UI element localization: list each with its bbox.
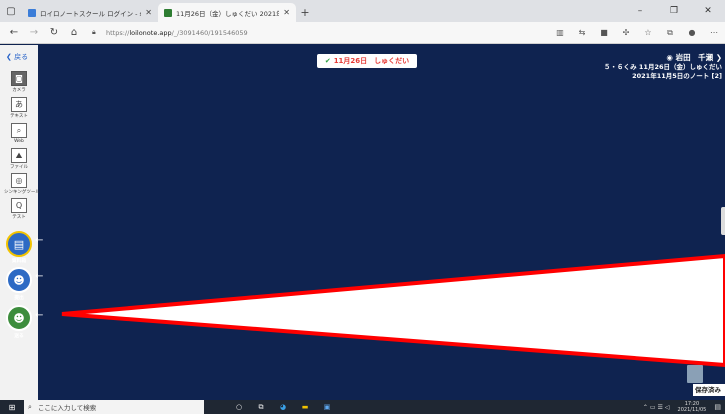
tab-title: ロイロノートスクール ログイン - search (40, 9, 141, 18)
check-icon: ✔ (324, 57, 331, 65)
cortana-icon[interactable]: ○ (228, 403, 250, 411)
inbox-icon: ▤ (13, 237, 25, 251)
tool-label: Web (14, 139, 24, 144)
left-arrow-icon: ← (35, 310, 44, 321)
tab-title: 11月26日（金）しゅくだい 2021年 (176, 9, 280, 18)
note-title: ５・６くみ 11月26日（金）しゅくだい (603, 63, 722, 71)
left-arrow-icon: ← (35, 271, 44, 282)
submit-label: 提出 (14, 296, 24, 301)
note-subtitle: 2021年11月5日のノート [2] (632, 72, 722, 80)
drawn-arrow-shape[interactable] (0, 45, 725, 400)
thinking-tool-icon: ◎ (11, 173, 27, 188)
user-info: ◉ 岩田 千瀬 ❯ ５・６くみ 11月26日（金）しゅくだい 2021年11月5… (604, 53, 722, 81)
submit-button[interactable]: ☻ (6, 267, 32, 293)
tool-label: ファイル (10, 165, 28, 170)
file-icon: ⛰ (11, 148, 27, 163)
task-view-icon[interactable]: ⧉ (250, 403, 272, 412)
tool-label: テスト (12, 215, 26, 220)
materials-label: 資料箱 (11, 259, 27, 264)
send-label: 送る (14, 334, 24, 339)
materials-box-button[interactable]: ▤ (6, 231, 32, 257)
test-icon: Q (11, 198, 27, 213)
address-bar: ← → ↻ ⌂ 🔒︎ https://loilonote.app/_/30914… (0, 22, 725, 44)
close-tab-icon[interactable]: ✕ (145, 8, 152, 17)
chevron-down-icon: ❯ (715, 53, 722, 62)
puzzle-icon[interactable]: ✣ (615, 28, 637, 37)
extension-icon[interactable]: ■ (593, 28, 615, 37)
camera-tool[interactable]: ◙ カメラ (4, 71, 34, 93)
clock-date: 2021/11/05 (677, 407, 707, 413)
back-label: 戻る (14, 53, 29, 61)
edge-icon[interactable]: ◕ (272, 403, 294, 411)
windows-taskbar: ⊞ ⌕ ここに入力して検索 ○ ⧉ ◕ ▬ ▣ ⌃▭☰◁ 17:20 2021/… (0, 400, 725, 414)
home-icon[interactable]: ⌂ (64, 27, 84, 38)
translate-icon[interactable]: ⇆ (571, 28, 593, 37)
favorites-icon[interactable]: ☆ (637, 28, 659, 37)
url-host: loilonote.app (129, 28, 172, 37)
url-field[interactable]: 🔒︎ https://loilonote.app/_/3091460/19154… (92, 25, 432, 41)
url-path: /_/3091460/191546059 (171, 28, 248, 37)
browser-tab-strip: ▢ ロイロノートスクール ログイン - search ✕ 11月26日（金）しゅ… (0, 0, 725, 22)
tool-label: シンキングツール (4, 190, 40, 195)
file-tool[interactable]: ⛰ ファイル (4, 148, 34, 170)
tool-label: テキスト (10, 114, 28, 119)
search-icon: ⌕ (28, 402, 32, 411)
new-tab-button[interactable]: + (296, 3, 314, 22)
close-tab-icon[interactable]: ✕ (283, 8, 290, 17)
browser-toolbar: ▥ ⇆ ■ ✣ ☆ ⧉ ● ⋯ (549, 28, 725, 38)
thinking-tool[interactable]: ◎ シンキングツール (4, 173, 40, 195)
note-app: ❮ 戻る ◙ カメラ あ テキスト ⌕ Web ⛰ ファイル ◎ シンキングツー… (0, 45, 725, 400)
restore-button[interactable]: ❐ (657, 0, 691, 22)
text-icon: あ (11, 97, 27, 112)
tab-login[interactable]: ロイロノートスクール ログイン - search ✕ (22, 3, 158, 22)
person-icon: ☻ (13, 273, 25, 287)
note-favicon-icon (164, 8, 172, 17)
url-prefix: https:// (106, 28, 130, 37)
chevron-left-icon: ❮ (6, 53, 12, 61)
close-window-button[interactable]: ✕ (691, 0, 725, 22)
window-menu-icon[interactable]: ▢ (0, 0, 22, 22)
collections-icon[interactable]: ⧉ (659, 28, 681, 38)
forward-arrow-icon[interactable]: → (24, 27, 44, 38)
profile-icon[interactable]: ● (681, 28, 703, 37)
app-icon[interactable]: ▣ (316, 403, 338, 411)
system-tray: ⌃▭☰◁ 17:20 2021/11/05 ▤ (643, 401, 725, 413)
web-icon: ⌕ (11, 123, 27, 138)
saved-status: 保存済み (693, 384, 725, 396)
user-name: 岩田 千瀬 (675, 53, 714, 62)
tool-sidebar: ❮ 戻る ◙ カメラ あ テキスト ⌕ Web ⛰ ファイル ◎ シンキングツー… (0, 45, 40, 400)
more-icon[interactable]: ⋯ (703, 28, 725, 37)
test-tool[interactable]: Q テスト (4, 198, 34, 220)
tool-label: カメラ (12, 88, 26, 93)
tray-icons[interactable]: ⌃▭☰◁ (643, 404, 672, 411)
clock[interactable]: 17:20 2021/11/05 (678, 401, 707, 413)
back-arrow-icon[interactable]: ← (4, 27, 24, 38)
user-avatar-icon: ◉ (666, 53, 673, 62)
text-tool[interactable]: あ テキスト (4, 97, 34, 119)
card-title-badge[interactable]: ✔ 11月26日 しゅくだい (317, 54, 417, 68)
refresh-icon[interactable]: ↻ (44, 27, 64, 38)
taskbar-search[interactable]: ⌕ ここに入力して検索 (24, 400, 204, 414)
window-controls: – ❐ ✕ (623, 0, 725, 22)
web-tool[interactable]: ⌕ Web (4, 123, 34, 144)
trash-area[interactable]: 保存済み (669, 359, 725, 400)
back-button[interactable]: ❮ 戻る (6, 52, 28, 62)
windows-start-icon[interactable]: ⊞ (0, 403, 24, 412)
file-explorer-icon[interactable]: ▬ (294, 403, 316, 411)
left-arrow-icon: ← (35, 235, 44, 246)
reading-view-icon[interactable]: ▥ (549, 28, 571, 37)
lock-icon: 🔒︎ (92, 28, 96, 36)
side-panel-handle[interactable] (721, 207, 725, 235)
tab-homework[interactable]: 11月26日（金）しゅくだい 2021年 ✕ (158, 3, 296, 22)
people-icon: ☻ (13, 311, 25, 325)
trash-can-icon (687, 365, 703, 383)
badge-text: 11月26日 しゅくだい (333, 57, 410, 65)
user-menu[interactable]: ◉ 岩田 千瀬 ❯ (604, 53, 722, 62)
loilo-favicon-icon (28, 8, 36, 17)
camera-icon: ◙ (11, 71, 27, 86)
search-placeholder: ここに入力して検索 (37, 404, 97, 412)
minimize-button[interactable]: – (623, 0, 657, 22)
notification-icon[interactable]: ▤ (714, 403, 721, 411)
send-button[interactable]: ☻ (6, 305, 32, 331)
